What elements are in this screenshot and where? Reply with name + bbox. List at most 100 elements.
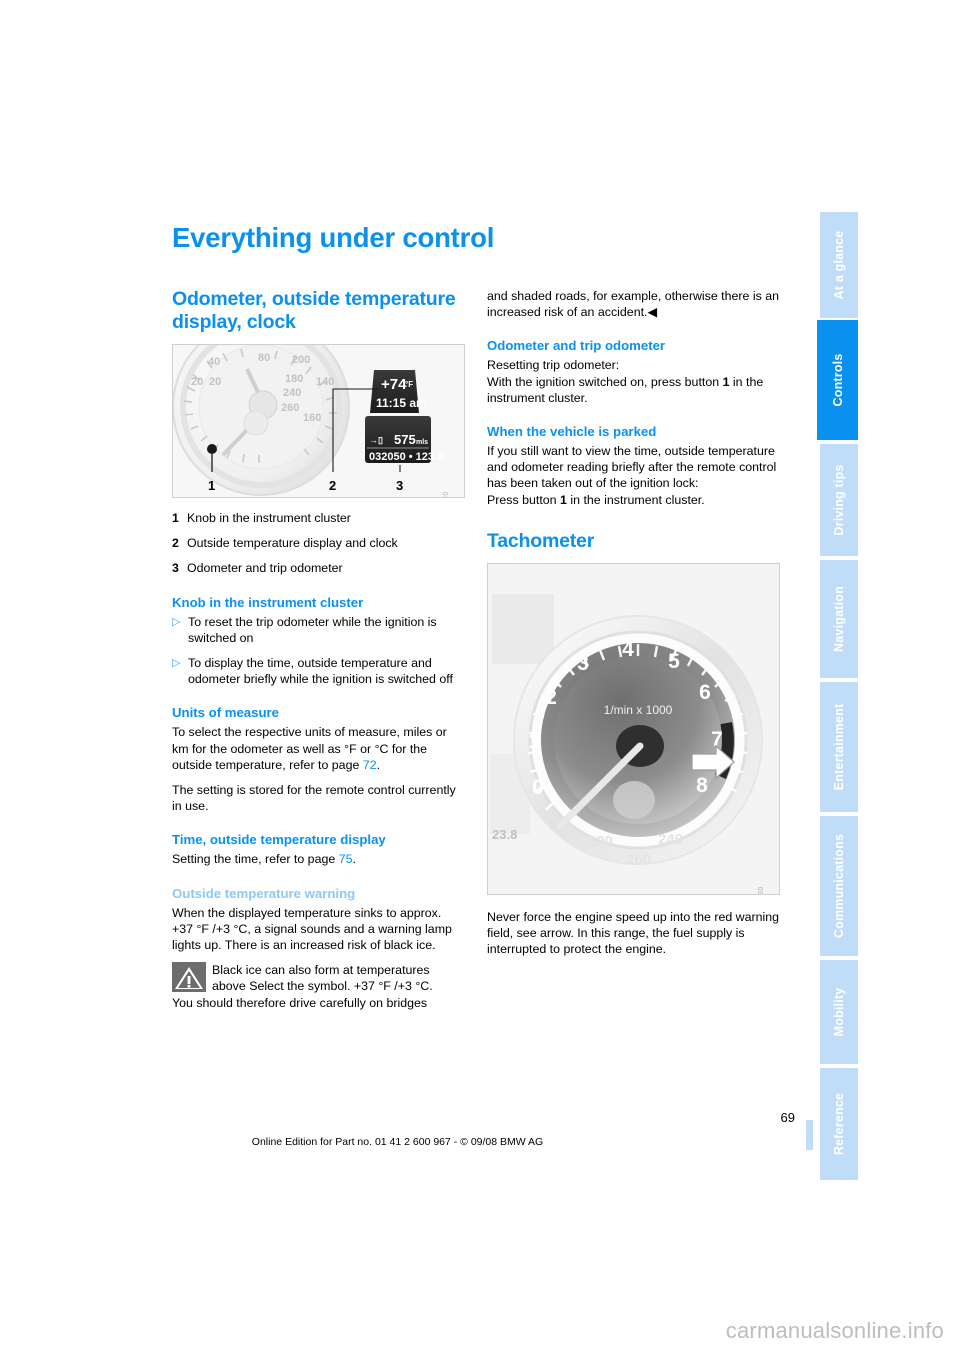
svg-text:260: 260	[626, 851, 651, 868]
svg-text:20: 20	[209, 376, 221, 388]
svg-text:575: 575	[394, 432, 416, 447]
svg-text:8: 8	[696, 774, 708, 797]
warning-paragraph: When the displayed temperature sinks to …	[172, 905, 452, 953]
legend-number: 3	[172, 561, 179, 576]
page-reference-75[interactable]: 75	[339, 852, 353, 866]
svg-text:1/min x 1000: 1/min x 1000	[604, 703, 673, 717]
legend-text: Knob in the instrument cluster	[187, 511, 351, 525]
tab-reference[interactable]: Reference	[820, 1068, 858, 1180]
footer-imprint: Online Edition for Part no. 01 41 2 600 …	[251, 1136, 544, 1148]
svg-text:mls: mls	[416, 439, 428, 446]
page-content: Everything under control Odometer, outsi…	[0, 0, 820, 1358]
warning-notice-text: Black ice can also form at temperatures …	[212, 963, 433, 994]
svg-text:032050 • 123.8: 032050 • 123.8	[369, 451, 443, 463]
list-item: ▷ To reset the trip odometer while the i…	[172, 614, 465, 646]
subheading-units-of-measure: Units of measure	[172, 705, 279, 721]
time-text-b: .	[352, 852, 356, 867]
svg-text:4: 4	[622, 638, 634, 661]
svg-text:200: 200	[292, 354, 310, 366]
figure-watermark: WYQ94130	[754, 886, 770, 894]
svg-text:20: 20	[191, 376, 203, 388]
reset-trip-instruction: With the ignition switched on, press but…	[487, 374, 780, 406]
section-heading-tachometer: Tachometer	[487, 529, 595, 552]
list-item: 1 Knob in the instrument cluster	[172, 510, 465, 526]
tachometer-illustration: 23.8 0 1 2 3 4 5 6 7 8 1/min x 1000 220 …	[488, 563, 779, 894]
instrument-cluster-figure: 20 40 20 80 200 180 140 240 260 160 +74 …	[172, 344, 465, 498]
subheading-odometer-trip: Odometer and trip odometer	[487, 338, 666, 354]
tab-label: Entertainment	[832, 703, 846, 791]
tab-label: Navigation	[832, 586, 846, 652]
tab-label: Communications	[832, 833, 846, 939]
right-column: and shaded roads, for example, otherwise…	[487, 288, 780, 966]
manual-page: At a glance Controls Driving tips Naviga…	[0, 0, 960, 1358]
subheading-outside-temperature-warning: Outside temperature warning	[172, 885, 356, 901]
time-display-paragraph: Setting the time, refer to page 75.	[172, 851, 465, 867]
reset-trip-label: Resetting trip odometer:	[487, 358, 620, 373]
tab-mobility[interactable]: Mobility	[820, 960, 858, 1064]
tachometer-caption: Never force the engine speed up into the…	[487, 909, 780, 957]
parked-paragraph: If you still want to view the time, outs…	[487, 444, 777, 491]
tab-controls[interactable]: Controls	[817, 320, 858, 440]
tab-label: Reference	[832, 1092, 846, 1156]
svg-text:240: 240	[658, 831, 683, 848]
svg-text:160: 160	[303, 412, 321, 424]
legend-text: Odometer and trip odometer	[187, 561, 343, 576]
button-number-1: 1	[560, 492, 567, 507]
svg-text:6: 6	[699, 681, 711, 704]
tab-communications[interactable]: Communications	[820, 816, 858, 956]
tachometer-figure: 23.8 0 1 2 3 4 5 6 7 8 1/min x 1000 220 …	[487, 562, 780, 895]
warning-continuation: and shaded roads, for example, otherwise…	[487, 289, 780, 320]
list-item: 3 Odometer and trip odometer	[172, 560, 465, 576]
knob-bullet-list: ▷ To reset the trip odometer while the i…	[172, 614, 465, 688]
svg-text:2: 2	[329, 478, 336, 493]
instrument-cluster-illustration: 20 40 20 80 200 180 140 240 260 160 +74 …	[173, 345, 464, 497]
page-reference-72[interactable]: 72	[363, 758, 377, 772]
site-watermark: carmanualsonline.info	[725, 1318, 944, 1343]
triangle-bullet-icon: ▷	[172, 657, 181, 670]
svg-text:140: 140	[316, 376, 334, 388]
triangle-bullet-icon: ▷	[172, 615, 181, 628]
tab-label: Controls	[830, 353, 845, 407]
svg-text:260: 260	[281, 402, 299, 414]
svg-text:220: 220	[588, 833, 613, 850]
tab-at-a-glance[interactable]: At a glance	[820, 212, 858, 318]
units-paragraph-2: The setting is stored for the remote con…	[172, 783, 456, 814]
units-paragraph: To select the respective units of measur…	[172, 724, 465, 773]
figure-watermark: WYQ94120	[439, 491, 455, 497]
tab-driving-tips[interactable]: Driving tips	[820, 444, 858, 556]
press-text-c: in the instrument cluster.	[566, 492, 705, 507]
svg-text:80: 80	[258, 352, 270, 364]
reset-text-a: With the ignition switched on, press but…	[487, 374, 723, 389]
warning-notice: Black ice can also form at temperatures …	[172, 962, 465, 1011]
time-text-a: Setting the time, refer to page	[172, 852, 339, 867]
svg-text:3: 3	[396, 478, 403, 493]
svg-text:23.8: 23.8	[492, 827, 517, 842]
subheading-time-display: Time, outside temperature display	[172, 832, 386, 848]
svg-text:240: 240	[283, 387, 301, 399]
tab-label: At a glance	[832, 230, 846, 300]
tab-navigation[interactable]: Navigation	[820, 560, 858, 678]
section-heading-odometer: Odometer, outside temperature display, c…	[172, 288, 456, 333]
legend-number: 2	[172, 536, 179, 551]
svg-text:11:15 am: 11:15 am	[376, 396, 427, 410]
tab-entertainment[interactable]: Entertainment	[820, 682, 858, 812]
warning-notice-tail: You should therefore drive carefully on …	[172, 995, 428, 1010]
legend-text: Outside temperature display and clock	[187, 536, 398, 551]
list-item: 2 Outside temperature display and clock	[172, 535, 465, 551]
svg-text:1: 1	[208, 478, 215, 493]
svg-text:+74: +74	[381, 376, 407, 393]
subheading-vehicle-parked: When the vehicle is parked	[487, 424, 657, 440]
units-text-b: .	[376, 757, 381, 772]
footer-accent-bar	[806, 1120, 813, 1150]
warning-notice-head: Black ice can also form at temperatures …	[172, 962, 465, 994]
page-number: 69	[780, 1110, 795, 1125]
svg-text:180: 180	[285, 373, 303, 385]
tab-label: Mobility	[832, 987, 846, 1037]
units-text-a: To select the respective units of measur…	[172, 725, 447, 772]
bullet-text: To reset the trip odometer while the ign…	[188, 614, 437, 645]
svg-text:→▯: →▯	[369, 435, 383, 445]
subheading-knob: Knob in the instrument cluster	[172, 594, 364, 610]
bullet-text: To display the time, outside temperature…	[188, 656, 453, 687]
svg-text:40: 40	[208, 356, 220, 368]
list-item: ▷ To display the time, outside temperatu…	[172, 655, 465, 687]
